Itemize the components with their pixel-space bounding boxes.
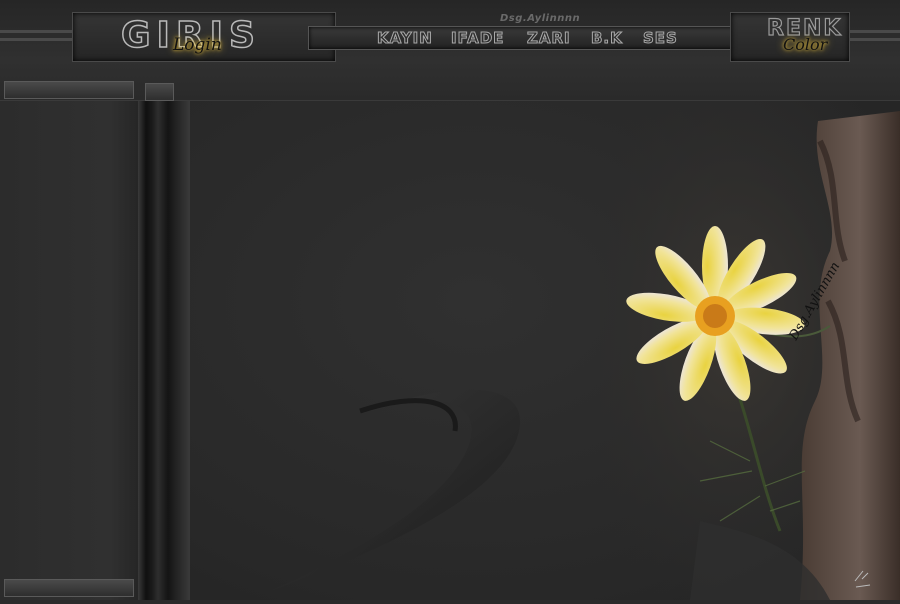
header-bar: GIRIS Login Dsg.Aylinnnn KAYIN IFADE ZAR… (0, 0, 900, 101)
nav-item-bk[interactable]: B.K (591, 29, 623, 48)
color-subtitle: Color (783, 35, 828, 54)
nav-item-ifade[interactable]: IFADE (450, 29, 504, 48)
header-stripe-right-1 (848, 30, 900, 33)
flower-photo: Dsg.Aylinnnn (600, 101, 900, 600)
brand-signature: Dsg.Aylinnnn (500, 13, 581, 24)
header-stripe-left-1 (0, 30, 72, 33)
small-tab[interactable] (145, 83, 174, 101)
left-content-panel (0, 101, 138, 600)
left-panel-bottom-tab[interactable] (4, 579, 134, 597)
login-subtitle: Login (173, 35, 222, 55)
color-button[interactable]: RENK Color (730, 12, 850, 62)
left-panel-top-tab[interactable] (4, 81, 134, 99)
nav-item-zari[interactable]: ZARI (527, 29, 571, 48)
decorative-pillar (138, 101, 190, 600)
login-button[interactable]: GIRIS Login (72, 12, 336, 62)
nav-menu: KAYIN IFADE ZARI B.K SES (308, 26, 760, 50)
header-stripe-left-2 (0, 38, 72, 41)
flower-illustration: Dsg.Aylinnnn (600, 101, 900, 600)
nav-item-kayin[interactable]: KAYIN (377, 29, 433, 48)
nav-item-ses[interactable]: SES (643, 29, 678, 48)
header-stripe-right-2 (848, 38, 900, 41)
